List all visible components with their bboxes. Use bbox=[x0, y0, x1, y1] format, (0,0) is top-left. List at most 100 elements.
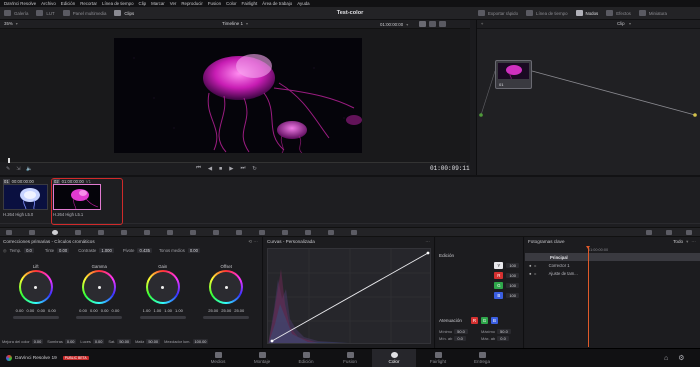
saturation-value[interactable]: 50.00 bbox=[117, 338, 132, 344]
node-mode-select[interactable]: Clip bbox=[617, 21, 625, 26]
shadows-value[interactable]: 0.00 bbox=[64, 338, 77, 344]
lift-y[interactable]: 0.00 bbox=[16, 308, 24, 313]
menu-item-color[interactable]: Color bbox=[226, 0, 237, 7]
viewer-mode-icon[interactable] bbox=[419, 21, 427, 27]
play-icon[interactable]: ▶ bbox=[229, 166, 233, 172]
color-boost-value[interactable]: 0.00 bbox=[31, 338, 44, 344]
stop-icon[interactable]: ■ bbox=[219, 166, 222, 172]
menu-item-marcar[interactable]: Marcar bbox=[151, 0, 165, 7]
offset-wheel[interactable] bbox=[209, 270, 244, 304]
channel-r-value[interactable]: 100 bbox=[506, 272, 519, 278]
color-warper-icon[interactable] bbox=[167, 229, 173, 235]
motion-effects-icon[interactable] bbox=[121, 229, 127, 235]
softclip-low-soft-value[interactable]: 0.0 bbox=[454, 336, 466, 341]
timeline-name[interactable]: Timeline 1 bbox=[222, 21, 243, 26]
color-match-icon[interactable] bbox=[29, 229, 35, 235]
channel-b-value[interactable]: 100 bbox=[506, 292, 519, 298]
pointer-tool-icon[interactable]: ⇲ bbox=[16, 166, 20, 172]
timeline-chevron-icon[interactable]: ▾ bbox=[246, 21, 248, 26]
playhead-marker-icon[interactable] bbox=[586, 246, 590, 249]
node-01[interactable]: 01 bbox=[495, 60, 532, 89]
page-color[interactable]: Color bbox=[372, 349, 416, 367]
hue-value[interactable]: 50.00 bbox=[146, 338, 161, 344]
tracker-icon[interactable] bbox=[236, 229, 242, 235]
lift-master-slider[interactable] bbox=[12, 316, 59, 319]
channel-g-value[interactable]: 100 bbox=[506, 282, 519, 288]
menu-item-app[interactable]: DaVinci Resolve bbox=[4, 0, 36, 7]
keyframe-row-sizing[interactable]: ● ▸ Ajuste de tam... bbox=[525, 269, 700, 277]
page-edit[interactable]: Edición bbox=[284, 349, 328, 367]
keyframes-filter[interactable]: Todo bbox=[673, 239, 683, 244]
color-wheels-icon[interactable] bbox=[52, 229, 58, 235]
info-icon[interactable] bbox=[686, 229, 692, 235]
offset-b[interactable]: 25.00 bbox=[234, 308, 244, 313]
softclip-g-toggle[interactable]: G bbox=[481, 317, 488, 324]
page-media[interactable]: Medios bbox=[196, 349, 240, 367]
timecode-chevron-icon[interactable]: ▾ bbox=[406, 22, 408, 27]
key-icon[interactable] bbox=[305, 229, 311, 235]
media-pool-button[interactable]: Panel multimedia bbox=[62, 10, 106, 16]
gamma-wheel[interactable] bbox=[82, 270, 117, 304]
go-to-end-icon[interactable]: ⏭ bbox=[240, 165, 245, 172]
gamma-g[interactable]: 0.00 bbox=[101, 308, 109, 313]
gallery-button[interactable]: Galería bbox=[4, 10, 28, 16]
page-deliver[interactable]: Entrega bbox=[460, 349, 504, 367]
offset-r[interactable]: 25.00 bbox=[208, 308, 218, 313]
menu-item-fusion[interactable]: Fusion bbox=[208, 0, 221, 7]
scopes-icon[interactable] bbox=[666, 229, 672, 235]
gain-g[interactable]: 1.00 bbox=[164, 308, 172, 313]
tint-value[interactable]: 0.00 bbox=[57, 248, 70, 253]
keyframe-expand-icon[interactable]: ▸ bbox=[535, 263, 537, 268]
menu-item-ver[interactable]: Ver bbox=[170, 0, 177, 7]
offset-master-slider[interactable] bbox=[203, 316, 250, 319]
gamma-b[interactable]: 0.00 bbox=[112, 308, 120, 313]
keyframes-icon[interactable] bbox=[646, 229, 652, 235]
menu-item-ayuda[interactable]: Ayuda bbox=[297, 0, 309, 7]
primaries-reset-icon[interactable]: ⟲ ⋯ bbox=[248, 239, 258, 245]
home-icon[interactable]: ⌂ bbox=[664, 355, 668, 362]
contrast-value[interactable]: 1.000 bbox=[99, 248, 114, 253]
curve-graph[interactable] bbox=[268, 249, 431, 344]
channel-g-toggle[interactable]: G bbox=[494, 281, 504, 289]
zoom-select[interactable]: 35% bbox=[4, 21, 13, 26]
window-icon[interactable] bbox=[213, 229, 219, 235]
audio-icon[interactable]: 🔈 bbox=[26, 166, 32, 172]
page-cut[interactable]: Montaje bbox=[240, 349, 284, 367]
pen-tool-icon[interactable]: ✎ bbox=[6, 166, 10, 172]
softclip-b-toggle[interactable]: B bbox=[491, 317, 498, 324]
keyframe-row-master[interactable]: Principal bbox=[525, 253, 700, 261]
gamma-master-slider[interactable] bbox=[76, 316, 123, 319]
highlight-icon[interactable] bbox=[429, 21, 437, 27]
page-fairlight[interactable]: Fairlight bbox=[416, 349, 460, 367]
3d-icon[interactable] bbox=[351, 229, 357, 235]
menu-item-clip[interactable]: Clip bbox=[139, 0, 147, 7]
gain-b[interactable]: 1.00 bbox=[175, 308, 183, 313]
channel-b-toggle[interactable]: B bbox=[494, 291, 504, 299]
keyframe-visibility-icon[interactable]: ● bbox=[529, 263, 532, 268]
keyframes-playhead[interactable] bbox=[588, 247, 589, 347]
lift-b[interactable]: 0.00 bbox=[48, 308, 56, 313]
curve-editor[interactable] bbox=[267, 248, 431, 344]
clip-thumbnail[interactable] bbox=[3, 184, 48, 210]
qualifier-icon[interactable] bbox=[190, 229, 196, 235]
softclip-high-soft-value[interactable]: 0.0 bbox=[497, 336, 509, 341]
menu-item-fairlight[interactable]: Fairlight bbox=[242, 0, 258, 7]
node-graph[interactable] bbox=[477, 29, 700, 175]
zoom-chevron-icon[interactable]: ▾ bbox=[16, 21, 18, 26]
channel-y-value[interactable]: 100 bbox=[506, 262, 519, 268]
scrubber[interactable] bbox=[8, 162, 466, 163]
keyframe-expand-icon[interactable]: ▸ bbox=[535, 271, 537, 276]
curves-icon[interactable] bbox=[144, 229, 150, 235]
gamma-y[interactable]: 0.00 bbox=[79, 308, 87, 313]
softclip-max-value[interactable]: 50.0 bbox=[497, 329, 511, 334]
lightbox-button[interactable]: Miniatura bbox=[638, 10, 667, 16]
gain-r[interactable]: 1.00 bbox=[153, 308, 161, 313]
midtone-value[interactable]: 0.00 bbox=[187, 248, 200, 253]
gain-y[interactable]: 1.00 bbox=[143, 308, 151, 313]
scrubber-playhead[interactable] bbox=[8, 158, 10, 163]
node-pointer-icon[interactable]: ⌖ bbox=[481, 21, 483, 26]
node-editor[interactable]: ⌖ Clip ▾ 01 bbox=[476, 20, 700, 175]
keyframe-row-corrector[interactable]: ● ▸ Corrector 1 bbox=[525, 261, 700, 269]
keyframes-options-icon[interactable]: ⋯ bbox=[691, 239, 696, 245]
hdr-icon[interactable] bbox=[75, 229, 81, 235]
